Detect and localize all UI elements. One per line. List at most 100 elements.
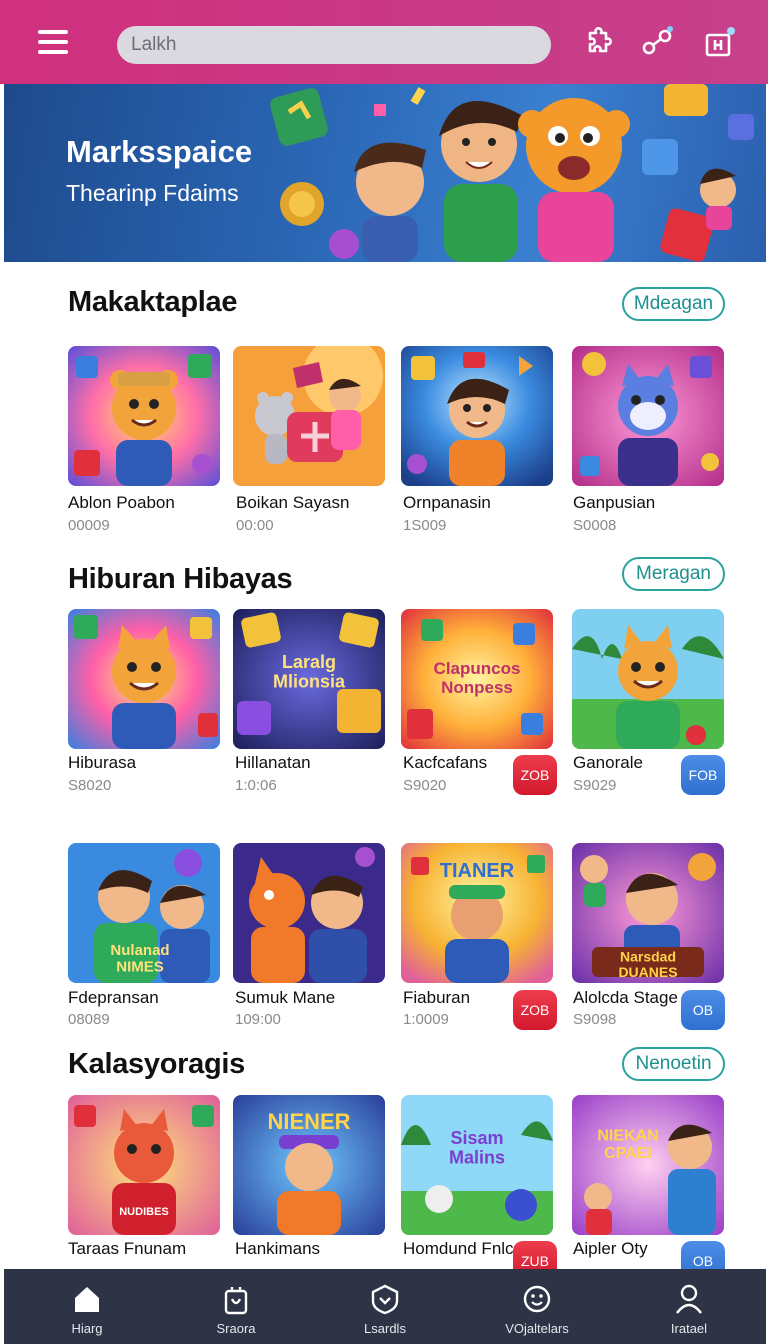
nav-label: Hiarg (71, 1321, 103, 1336)
thumbnail-text: NUDIBES (119, 1206, 169, 1218)
game-card[interactable] (233, 346, 385, 486)
nav-item-home[interactable]: Hiarg (32, 1269, 142, 1344)
game-title: Alolcda Stage (573, 988, 678, 1007)
store-icon (224, 1287, 248, 1315)
game-title: Homdund Fnlc (403, 1239, 514, 1258)
game-meta: 1:0009 (403, 1011, 449, 1028)
bottom-navigation: Hiarg Sraora Lsardls VOjaltelars Iratael (4, 1269, 766, 1344)
see-more-button[interactable]: Meragan (622, 557, 725, 591)
thumbnail-text: Laralg Mlionsia (273, 652, 346, 692)
game-meta: 109:00 (235, 1011, 281, 1028)
top-bar (0, 0, 768, 84)
game-thumbnail: NUDIBES (68, 1095, 220, 1235)
game-meta: S9098 (573, 1011, 617, 1028)
game-thumbnail: Clapuncos Nonpess (401, 609, 553, 749)
game-thumbnail: Nulanad NIMES (68, 843, 220, 983)
nav-item-social[interactable]: VOjaltelars (482, 1269, 592, 1344)
game-meta: S8020 (68, 777, 112, 794)
thumbnail-text: Clapuncos Nonpess (434, 659, 521, 697)
game-meta: 1:0:06 (235, 777, 277, 794)
banner-title: Marksspaice (66, 134, 253, 169)
shield-icon (371, 1284, 399, 1315)
game-title: Hankimans (235, 1239, 321, 1258)
see-more-button[interactable]: Mdeagan (622, 287, 725, 321)
game-title: Hiburasa (68, 753, 137, 772)
nav-label: VOjaltelars (505, 1321, 569, 1336)
game-thumbnail (401, 346, 553, 486)
game-thumbnail (68, 346, 220, 486)
thumbnail-text: Sisam Malins (449, 1128, 505, 1168)
game-title: Fiaburan (403, 988, 471, 1007)
game-title: Ornpanasin (403, 493, 491, 512)
game-card[interactable] (68, 609, 220, 749)
game-thumbnail (233, 346, 385, 486)
status-badge[interactable]: ZOB (513, 755, 557, 795)
game-thumbnail: Laralg Mlionsia (233, 609, 385, 749)
game-title: Aipler Oty (573, 1239, 648, 1258)
nav-item-store[interactable]: Sraora (181, 1269, 291, 1344)
see-more-button[interactable]: Nenoetin (622, 1047, 725, 1081)
section-title: Kalasyoragis (68, 1048, 245, 1080)
game-card[interactable] (572, 346, 724, 486)
search-input[interactable] (117, 26, 551, 64)
nav-label: Iratael (670, 1321, 708, 1336)
game-meta: S0008 (573, 517, 617, 534)
menu-icon[interactable] (38, 30, 68, 54)
game-title: Kacfcafans (403, 753, 488, 772)
nav-label: Sraora (216, 1321, 256, 1336)
thumbnail-text: Narsdad DUANES (618, 948, 677, 979)
game-thumbnail (233, 843, 385, 983)
game-title: Hillanatan (235, 753, 311, 772)
hero-banner[interactable]: Marksspaice Thearinp Fdaims (4, 84, 766, 262)
status-badge[interactable]: ZOB (513, 990, 557, 1030)
game-card[interactable]: NIENER (233, 1095, 385, 1235)
thumbnail-text: NIEKAN CPAEI (597, 1128, 658, 1163)
game-card[interactable]: Sisam Malins (401, 1095, 553, 1235)
game-thumbnail (68, 609, 220, 749)
game-meta: 08089 (68, 1011, 110, 1028)
game-card[interactable]: Narsdad DUANES (572, 843, 724, 983)
game-title: Boikan Sayasn (236, 493, 350, 512)
game-card[interactable]: NIEKAN CPAEI (572, 1095, 724, 1235)
game-thumbnail: NIENER (233, 1095, 385, 1235)
thumbnail-text: Nulanad NIMES (110, 942, 169, 976)
game-meta: S9029 (573, 777, 617, 794)
thumbnail-text: TIANER (440, 860, 515, 882)
game-thumbnail: NIEKAN CPAEI (572, 1095, 724, 1235)
game-meta: 00009 (68, 517, 110, 534)
game-thumbnail (572, 346, 724, 486)
smile-icon (523, 1285, 551, 1313)
game-thumbnail: Sisam Malins (401, 1095, 553, 1235)
nav-item-profile[interactable]: Iratael (634, 1269, 744, 1344)
game-card[interactable]: Clapuncos Nonpess (401, 609, 553, 749)
game-card[interactable] (572, 609, 724, 749)
game-card[interactable]: NUDIBES (68, 1095, 220, 1235)
puzzle-icon[interactable] (580, 24, 616, 60)
section-title: Makaktaplae (68, 286, 238, 318)
section-title: Hiburan Hibayas (68, 563, 293, 595)
game-title: Fdepransan (68, 988, 159, 1007)
home-icon (75, 1287, 99, 1312)
game-title: Taraas Fnunam (68, 1239, 187, 1258)
profile-icon (676, 1284, 702, 1314)
gift-icon[interactable] (702, 24, 738, 60)
game-card[interactable] (68, 346, 220, 486)
nav-item-rankings[interactable]: Lsardls (330, 1269, 440, 1344)
game-thumbnail (572, 609, 724, 749)
game-card[interactable]: Laralg Mlionsia (233, 609, 385, 749)
game-title: Sumuk Mane (235, 988, 336, 1007)
game-meta: S9020 (403, 777, 447, 794)
game-card[interactable]: TIANER (401, 843, 553, 983)
banner-illustration (270, 84, 754, 262)
game-title: Ganpusian (573, 493, 656, 512)
game-card[interactable] (401, 346, 553, 486)
game-title: Ganorale (573, 753, 643, 772)
game-card[interactable] (233, 843, 385, 983)
game-meta: 1S009 (403, 517, 447, 534)
game-card[interactable]: Nulanad NIMES (68, 843, 220, 983)
game-meta: 00:00 (236, 517, 274, 534)
status-badge[interactable]: FOB (681, 755, 725, 795)
link-icon[interactable] (640, 24, 676, 60)
thumbnail-text: NIENER (267, 1109, 350, 1134)
status-badge[interactable]: OB (681, 990, 725, 1030)
